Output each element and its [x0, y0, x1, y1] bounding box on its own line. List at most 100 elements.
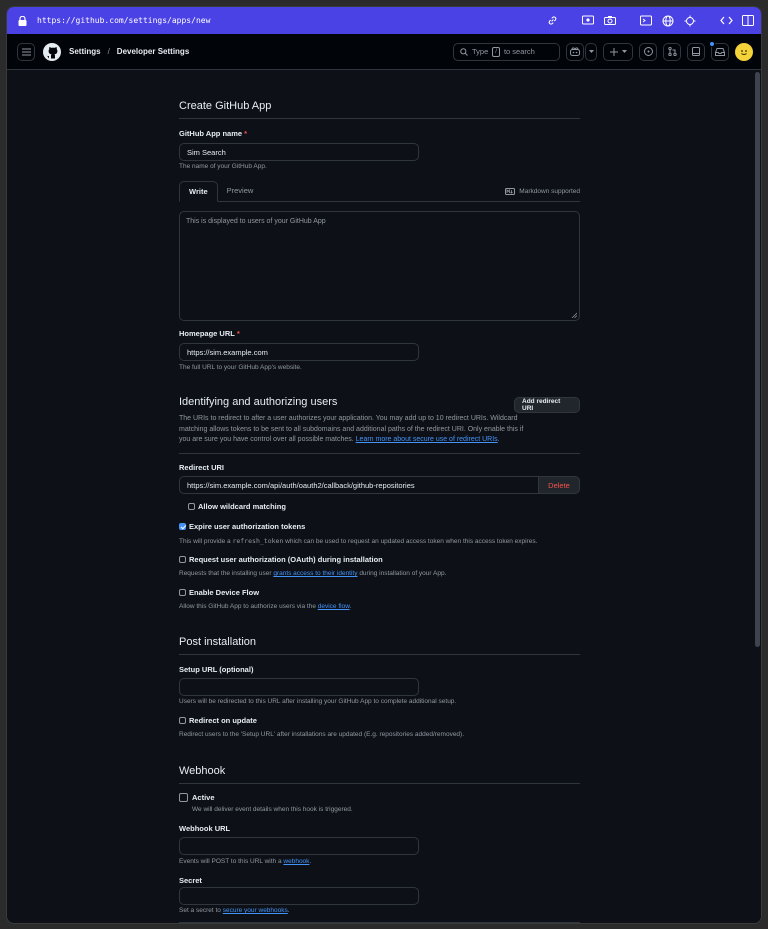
breadcrumb-separator: / [107, 47, 110, 56]
tab-write[interactable]: Write [179, 181, 218, 202]
webhook-docs-link[interactable]: webhook [283, 858, 309, 865]
breadcrumb-settings[interactable]: Settings [69, 47, 101, 56]
webhook-active-row: Active [179, 793, 215, 802]
wildcard-row: Allow wildcard matching [188, 502, 286, 511]
search-suffix: to search [503, 47, 535, 56]
delete-redirect-button[interactable]: Delete [538, 476, 580, 494]
oauth-checkbox[interactable] [179, 556, 186, 563]
avatar[interactable] [735, 42, 753, 61]
homepage-note: The full URL to your GitHub App's websit… [179, 364, 302, 371]
secret-input[interactable] [179, 887, 419, 905]
chevron-down-icon [621, 50, 627, 53]
identify-description: The URIs to redirect to after a user aut… [179, 415, 524, 443]
browser-window: https://github.com/settings/apps/new Set… [6, 6, 762, 924]
hamburger-icon [21, 48, 31, 55]
camera-icon[interactable] [603, 14, 617, 28]
redirect-uri-row: https://sim.example.com/api/auth/oauth2/… [179, 476, 580, 494]
create-app-form: Create GitHub App GitHub App name * Sim S… [179, 70, 580, 923]
inbox-icon [715, 47, 725, 56]
notification-dot [709, 41, 715, 47]
create-new-button[interactable] [603, 42, 633, 61]
device-flow-label: Enable Device Flow [189, 588, 260, 597]
oauth-row: Request user authorization (OAuth) durin… [179, 555, 383, 564]
issues-button[interactable] [639, 42, 657, 61]
copilot-icon [570, 47, 580, 56]
split-view-icon[interactable] [741, 14, 755, 28]
webhook-title: Webhook [179, 765, 580, 784]
webhook-url-label: Webhook URL [179, 824, 231, 833]
terminal-icon[interactable] [639, 14, 653, 28]
secure-webhooks-link[interactable]: secure your webhooks [223, 907, 288, 914]
smiley-face-icon [741, 49, 747, 55]
code-arrows-icon[interactable] [719, 14, 733, 28]
webhook-active-note: We will deliver event details when this … [192, 806, 353, 813]
secret-label: Secret [179, 876, 202, 885]
redirect-uri-docs-link[interactable]: Learn more about secure use of redirect … [356, 436, 498, 443]
setup-url-note: Users will be redirected to this URL aft… [179, 698, 457, 705]
redirect-update-checkbox[interactable] [179, 717, 186, 724]
menu-button[interactable] [17, 42, 35, 61]
redirect-update-label: Redirect on update [189, 716, 257, 725]
pull-requests-button[interactable] [663, 42, 681, 61]
identity-access-link[interactable]: grants access to their identity [273, 570, 357, 577]
description-placeholder: This is displayed to users of your GitHu… [186, 218, 326, 225]
browser-toolbar: https://github.com/settings/apps/new [7, 7, 761, 34]
homepage-label: Homepage URL * [179, 329, 240, 338]
copilot-dropdown-button[interactable] [585, 42, 597, 61]
expire-row: Expire user authorization tokens [179, 522, 305, 531]
homepage-input[interactable]: https://sim.example.com [179, 343, 419, 361]
expire-tokens-note: This will provide a refresh_token which … [179, 537, 538, 545]
app-name-note: The name of your GitHub App. [179, 163, 267, 170]
webhook-active-label: Active [192, 793, 215, 802]
search-icon [460, 47, 468, 56]
page-title: Create GitHub App [179, 100, 580, 119]
repositories-button[interactable] [687, 42, 705, 61]
device-flow-note: Allow this GitHub App to authorize users… [179, 603, 352, 610]
device-flow-row: Enable Device Flow [179, 588, 259, 597]
globe-icon[interactable] [661, 14, 675, 28]
pull-request-icon [667, 47, 677, 56]
setup-url-label: Setup URL (optional) [179, 665, 254, 674]
repo-icon [692, 47, 700, 56]
github-header: Settings / Developer Settings Type / to … [7, 34, 761, 70]
description-textarea[interactable]: This is displayed to users of your GitHu… [179, 211, 580, 321]
wildcard-checkbox[interactable] [188, 503, 195, 510]
lock-icon [15, 14, 29, 28]
copilot-button[interactable] [566, 42, 584, 61]
expire-tokens-label: Expire user authorization tokens [189, 522, 306, 531]
redirect-update-row: Redirect on update [179, 716, 257, 725]
markdown-hint: Markdown supported [505, 188, 580, 201]
resize-grip-icon[interactable] [571, 312, 577, 318]
app-name-input[interactable]: Sim Search [179, 143, 419, 161]
webhook-active-checkbox[interactable] [179, 793, 188, 802]
post-installation-title: Post installation [179, 636, 580, 655]
redirect-update-note: Redirect users to the 'Setup URL' after … [179, 731, 465, 738]
oauth-note: Requests that the installing user grants… [179, 570, 447, 577]
redirect-uri-input[interactable]: https://sim.example.com/api/auth/oauth2/… [179, 476, 538, 494]
link-icon[interactable] [545, 14, 559, 28]
scrollbar-thumb[interactable] [755, 72, 760, 647]
address-bar[interactable]: https://github.com/settings/apps/new [37, 16, 210, 25]
webhook-url-note: Events will POST to this URL with a webh… [179, 858, 312, 865]
breadcrumb-developer-settings[interactable]: Developer Settings [117, 47, 189, 56]
redirect-uri-label: Redirect URI [179, 463, 225, 472]
search-shortcut: / [492, 46, 500, 57]
webhook-url-input[interactable] [179, 837, 419, 855]
crosshair-icon[interactable] [683, 14, 697, 28]
setup-url-input[interactable] [179, 678, 419, 696]
page-scrollbar[interactable] [753, 70, 761, 923]
chevron-down-icon [588, 50, 594, 53]
description-tabs: Write Preview Markdown supported [179, 181, 580, 202]
plus-icon [609, 47, 618, 56]
expire-tokens-checkbox[interactable] [179, 523, 186, 530]
device-flow-checkbox[interactable] [179, 589, 186, 596]
screenshot-icon[interactable] [581, 14, 595, 28]
search-input[interactable]: Type / to search [453, 42, 560, 61]
tab-preview[interactable]: Preview [218, 180, 263, 201]
secret-note: Set a secret to secure your webhooks. [179, 907, 290, 914]
device-flow-link[interactable]: device flow [318, 603, 350, 610]
app-name-label: GitHub App name * [179, 129, 247, 138]
github-logo-icon[interactable] [43, 42, 61, 61]
add-redirect-uri-button[interactable]: Add redirect URI [514, 397, 580, 413]
oauth-label: Request user authorization (OAuth) durin… [189, 555, 383, 564]
